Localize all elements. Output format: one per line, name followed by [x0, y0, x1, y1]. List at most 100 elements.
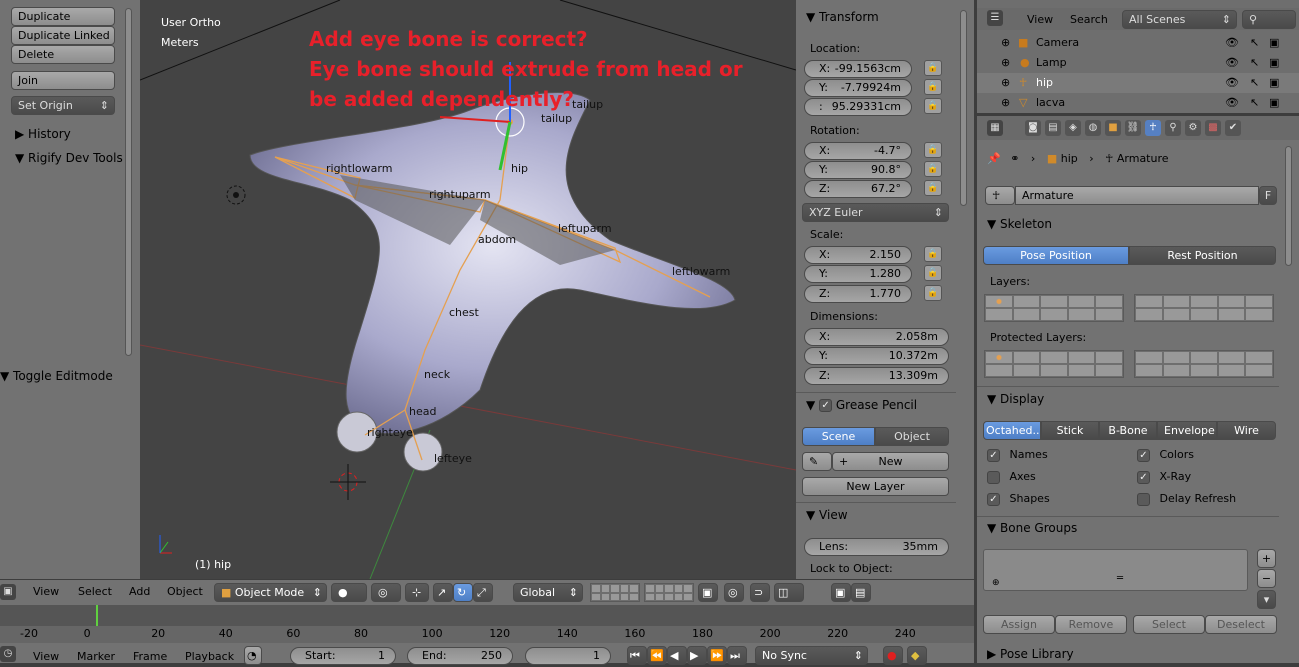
- proportional-edit-button[interactable]: ◎: [724, 583, 744, 602]
- timeline[interactable]: -20 0 20 40 60 80 100 120 140 160 180 200 220 240: [0, 605, 974, 643]
- orientation-dropdown[interactable]: Global ⇕: [513, 583, 583, 602]
- checkbox-icon[interactable]: ✓: [987, 448, 1000, 462]
- checkbox-icon[interactable]: [1137, 492, 1150, 506]
- jump-end-button[interactable]: ⏭: [727, 646, 747, 665]
- keying-set-button[interactable]: ◆: [907, 646, 927, 665]
- new-layer-button[interactable]: New Layer: [802, 477, 949, 496]
- duplicate-linked-button[interactable]: Duplicate Linked: [11, 26, 115, 45]
- pin-icon[interactable]: 📌: [987, 152, 1001, 165]
- display-panel-header[interactable]: ▼ Display: [987, 392, 1044, 406]
- display-octahedral-button[interactable]: Octahed...: [983, 421, 1041, 440]
- display-stick-button[interactable]: Stick: [1041, 421, 1099, 440]
- rotation-x-field[interactable]: X: -4.7°: [804, 142, 912, 160]
- outliner-search-menu[interactable]: Search: [1070, 10, 1108, 30]
- protected-layer-grid[interactable]: [1134, 350, 1274, 378]
- object-menu[interactable]: Object: [167, 582, 203, 602]
- opengl-anim-button[interactable]: ▤: [851, 583, 871, 602]
- outliner-row[interactable]: ⊕ ▽ lacva 👁 ↖ ▣: [977, 93, 1299, 113]
- rotation-mode-dropdown[interactable]: XYZ Euler ⇕: [802, 203, 949, 222]
- render-icon[interactable]: ▣: [1269, 73, 1279, 93]
- preview-range-button[interactable]: ◔: [244, 646, 262, 665]
- view-menu[interactable]: View: [33, 582, 59, 602]
- constraints-tab-icon[interactable]: ⛓: [1125, 120, 1141, 136]
- pose-library-header[interactable]: ▶ Pose Library: [987, 647, 1074, 661]
- option-axes[interactable]: Axes: [987, 470, 1036, 484]
- expand-icon[interactable]: ⊕: [1001, 93, 1010, 113]
- view-panel-header[interactable]: ▼ View: [806, 508, 848, 522]
- lock-icon[interactable]: 🔒: [924, 142, 942, 158]
- record-button[interactable]: ●: [883, 646, 903, 665]
- snap-target-dropdown[interactable]: ◫: [774, 583, 804, 602]
- lock-icon[interactable]: 🔒: [924, 79, 942, 95]
- expand-icon[interactable]: ⊕: [1001, 53, 1010, 73]
- marker-menu[interactable]: Marker: [77, 647, 115, 667]
- current-frame-field[interactable]: 1: [525, 647, 611, 665]
- jump-key-forward-button[interactable]: ⏩: [707, 646, 727, 665]
- toggle-editmode-header[interactable]: ▼ Toggle Editmode: [0, 369, 113, 383]
- pencil-data-dropdown[interactable]: ✎: [802, 452, 832, 471]
- render-icon[interactable]: ▣: [1269, 53, 1279, 73]
- translate-manipulator[interactable]: ↗: [433, 583, 453, 602]
- resize-handle-icon[interactable]: ═: [1117, 573, 1123, 584]
- rotation-y-field[interactable]: Y: 90.8°: [804, 161, 912, 179]
- location-y-field[interactable]: Y: -7.79924m: [804, 79, 912, 97]
- option-delay-refresh[interactable]: Delay Refresh: [1137, 492, 1236, 506]
- expand-icon[interactable]: ⊕: [1001, 33, 1010, 53]
- lock-icon[interactable]: 🔒: [924, 265, 942, 281]
- history-panel-header[interactable]: ▶ History: [15, 127, 71, 141]
- bone-group-list[interactable]: ⊕ ═: [983, 549, 1248, 591]
- jump-start-button[interactable]: ⏮: [627, 646, 647, 665]
- lock-icon[interactable]: 🔒: [924, 285, 942, 301]
- rotation-z-field[interactable]: Z: 67.2°: [804, 180, 912, 198]
- scenes-dropdown[interactable]: All Scenes ⇕: [1122, 10, 1237, 29]
- world-tab-icon[interactable]: ◍: [1085, 120, 1101, 136]
- location-z-field[interactable]: :95.29331cm: [804, 98, 912, 116]
- checkbox-icon[interactable]: ✓: [987, 492, 1000, 506]
- render-icon[interactable]: ▣: [1269, 93, 1279, 113]
- outliner-row-selected[interactable]: ⊕ ☥ hip 👁 ↖ ▣: [977, 73, 1299, 93]
- outliner-editor-icon[interactable]: ☰: [987, 10, 1003, 26]
- physics-tab-icon[interactable]: ✔: [1225, 120, 1241, 136]
- checkbox-icon[interactable]: [987, 470, 1000, 484]
- manipulator-toggle[interactable]: ⊹: [405, 583, 429, 602]
- scale-z-field[interactable]: Z: 1.770: [804, 285, 912, 303]
- armature-name-field[interactable]: Armature: [1015, 186, 1259, 205]
- option-shapes[interactable]: ✓ Shapes: [987, 492, 1050, 506]
- fake-user-button[interactable]: F: [1259, 186, 1277, 205]
- protected-layer-grid[interactable]: [984, 350, 1124, 378]
- display-envelope-button[interactable]: Envelope: [1157, 421, 1217, 440]
- join-button[interactable]: Join: [11, 71, 115, 90]
- viewport-3d[interactable]: User Ortho Meters (1) hip Add eye bone i…: [140, 0, 796, 579]
- lock-icon[interactable]: 🔒: [924, 246, 942, 262]
- lock-icon[interactable]: 🔒: [924, 161, 942, 177]
- outliner-view-menu[interactable]: View: [1027, 10, 1053, 30]
- expand-icon[interactable]: ⊕: [1001, 73, 1010, 93]
- delete-button[interactable]: Delete: [11, 45, 115, 64]
- lock-icon[interactable]: 🔒: [924, 180, 942, 196]
- pivot-dropdown[interactable]: ◎: [371, 583, 401, 602]
- render-tab-icon[interactable]: ◙: [1025, 120, 1041, 136]
- add-menu[interactable]: Add: [129, 582, 150, 602]
- option-xray[interactable]: ✓ X-Ray: [1137, 470, 1191, 484]
- play-button[interactable]: ▶: [687, 646, 707, 665]
- duplicate-button[interactable]: Duplicate: [11, 7, 115, 26]
- jump-key-back-button[interactable]: ⏪: [647, 646, 667, 665]
- remove-button[interactable]: Remove: [1055, 615, 1127, 634]
- play-reverse-button[interactable]: ◀: [667, 646, 687, 665]
- editor-type-icon[interactable]: ▣: [0, 584, 16, 600]
- eye-icon[interactable]: 👁: [1225, 73, 1239, 93]
- bone-groups-header[interactable]: ▼ Bone Groups: [987, 521, 1077, 535]
- eye-icon[interactable]: 👁: [1225, 93, 1239, 113]
- display-wire-button[interactable]: Wire: [1217, 421, 1276, 440]
- dimensions-z-field[interactable]: Z: 13.309m: [804, 367, 949, 385]
- set-origin-dropdown[interactable]: Set Origin ⇕: [11, 96, 115, 115]
- armature-data-tab-icon[interactable]: ☥: [1145, 120, 1161, 136]
- timeline-view-menu[interactable]: View: [33, 647, 59, 667]
- scene-layers[interactable]: [590, 583, 640, 602]
- checkbox-icon[interactable]: ✓: [1137, 470, 1150, 484]
- lock-layers-button[interactable]: ▣: [698, 583, 718, 602]
- shading-dropdown[interactable]: ●: [331, 583, 367, 602]
- deselect-button[interactable]: Deselect: [1205, 615, 1277, 634]
- playback-menu[interactable]: Playback: [185, 647, 234, 667]
- layer-grid[interactable]: [1134, 294, 1274, 322]
